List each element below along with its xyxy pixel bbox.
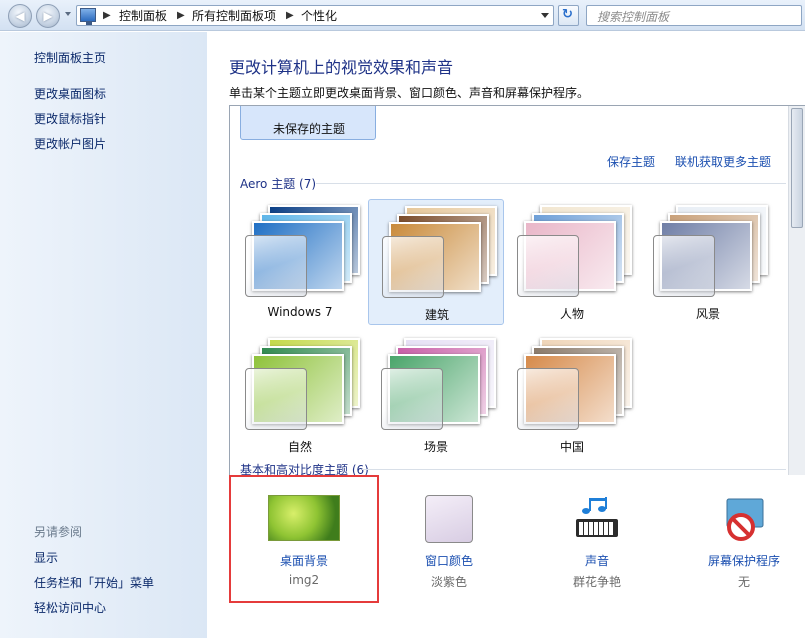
history-dropdown-icon[interactable] xyxy=(65,12,71,16)
chevron-right-icon[interactable]: ▶ xyxy=(286,7,294,25)
window-glass-swatch xyxy=(245,235,307,297)
theme-preview-stack xyxy=(378,338,496,432)
theme-preview-stack xyxy=(650,205,768,299)
theme-preview-stack xyxy=(242,205,360,299)
address-field[interactable]: ▶ 控制面板 ▶ 所有控制面板项 ▶ 个性化 xyxy=(76,5,554,26)
window-color-button[interactable]: 窗口颜色 淡紫色 xyxy=(374,475,524,606)
refresh-button[interactable]: ↻ xyxy=(558,5,579,26)
theme-tile[interactable]: 自然 xyxy=(232,332,368,458)
theme-list[interactable]: 未保存的主题 保存主题 联机获取更多主题 Aero 主题 (7) Windows… xyxy=(229,105,805,507)
window-color-value: 淡紫色 xyxy=(430,575,467,589)
theme-tile[interactable]: 建筑 xyxy=(368,199,504,325)
left-nav-pane: 控制面板主页 更改桌面图标 更改鼠标指针 更改帐户图片 另请参阅 显示 任务栏和… xyxy=(0,32,207,638)
chevron-right-icon[interactable]: ▶ xyxy=(103,7,111,25)
theme-name: Windows 7 xyxy=(267,305,333,319)
search-input[interactable]: 搜索控制面板 xyxy=(586,5,802,26)
back-button[interactable]: ◀ xyxy=(8,4,32,28)
see-also-ease-of-access[interactable]: 轻松访问中心 xyxy=(34,599,106,616)
window-color-label: 窗口颜色 xyxy=(424,554,473,568)
scrollbar-thumb[interactable] xyxy=(791,108,803,228)
window-glass-swatch xyxy=(517,368,579,430)
theme-tile[interactable]: 场景 xyxy=(368,332,504,458)
theme-tile[interactable]: 人物 xyxy=(504,199,640,325)
breadcrumb-control-panel[interactable]: 控制面板 xyxy=(119,7,167,25)
unsaved-theme-label: 未保存的主题 xyxy=(273,122,346,136)
theme-tile[interactable]: 风景 xyxy=(640,199,776,325)
search-placeholder: 搜索控制面板 xyxy=(597,10,670,24)
page-title: 更改计算机上的视觉效果和声音 xyxy=(229,58,454,77)
theme-settings-strip: 桌面背景 img2 窗口颜色 淡紫色 声音 群花争艳 屏幕保护程序 无 xyxy=(207,475,805,606)
group-divider xyxy=(362,469,786,470)
see-also-heading: 另请参阅 xyxy=(34,525,83,539)
theme-preview-stack xyxy=(379,206,497,300)
forward-button[interactable]: ▶ xyxy=(36,4,60,28)
theme-preview-stack xyxy=(514,338,632,432)
window-color-icon xyxy=(425,495,473,543)
sidebar-item-change-desktop-icons[interactable]: 更改桌面图标 xyxy=(34,85,106,102)
get-more-themes-link[interactable]: 联机获取更多主题 xyxy=(675,153,771,170)
sound-icon xyxy=(576,497,618,537)
sound-button[interactable]: 声音 群花争艳 xyxy=(522,475,672,606)
breadcrumb-personalization[interactable]: 个性化 xyxy=(301,7,337,25)
see-also-display[interactable]: 显示 xyxy=(34,549,58,566)
theme-tile[interactable]: 中国 xyxy=(504,332,640,458)
theme-list-scrollbar[interactable] xyxy=(788,106,805,506)
theme-preview-stack xyxy=(514,205,632,299)
window-glass-swatch xyxy=(382,236,444,298)
highlight-box xyxy=(229,475,379,603)
breadcrumb-all-items[interactable]: 所有控制面板项 xyxy=(192,7,276,25)
sidebar-item-change-mouse-pointers[interactable]: 更改鼠标指针 xyxy=(34,110,106,127)
sidebar-item-change-account-picture[interactable]: 更改帐户图片 xyxy=(34,135,106,152)
theme-tile[interactable]: Windows 7 xyxy=(232,199,368,325)
group-divider xyxy=(316,183,786,184)
window-glass-swatch xyxy=(653,235,715,297)
screensaver-button[interactable]: 屏幕保护程序 无 xyxy=(669,475,805,606)
unsaved-theme-tile[interactable]: 未保存的主题 xyxy=(240,106,376,140)
control-panel-icon xyxy=(80,8,96,25)
theme-name: 建筑 xyxy=(424,308,449,322)
screensaver-value: 无 xyxy=(737,575,750,589)
address-bar-region: ◀ ▶ ▶ 控制面板 ▶ 所有控制面板项 ▶ 个性化 ↻ 搜索控制面板 xyxy=(0,0,805,31)
screensaver-icon xyxy=(726,498,764,541)
sound-value: 群花争艳 xyxy=(572,575,621,589)
theme-preview-stack xyxy=(242,338,360,432)
page-description: 单击某个主题立即更改桌面背景、窗口颜色、声音和屏幕保护程序。 xyxy=(229,86,590,100)
sound-label: 声音 xyxy=(584,554,609,568)
window-glass-swatch xyxy=(517,235,579,297)
back-arrow-icon: ◀ xyxy=(15,9,25,23)
theme-name: 自然 xyxy=(287,440,312,454)
screensaver-label: 屏幕保护程序 xyxy=(707,554,780,568)
see-also-taskbar-start-menu[interactable]: 任务栏和「开始」菜单 xyxy=(34,574,154,591)
address-dropdown-icon[interactable] xyxy=(541,13,549,18)
theme-name: 场景 xyxy=(423,440,448,454)
window-glass-swatch xyxy=(245,368,307,430)
refresh-icon: ↻ xyxy=(562,7,573,22)
chevron-right-icon[interactable]: ▶ xyxy=(177,7,185,25)
theme-name: 风景 xyxy=(695,307,720,321)
aero-themes-header: Aero 主题 (7) xyxy=(240,177,317,191)
theme-name: 中国 xyxy=(559,440,584,454)
theme-name: 人物 xyxy=(559,307,584,321)
sidebar-item-control-panel-home[interactable]: 控制面板主页 xyxy=(34,49,106,66)
save-theme-link[interactable]: 保存主题 xyxy=(607,153,655,170)
forward-arrow-icon: ▶ xyxy=(43,9,53,23)
window-glass-swatch xyxy=(381,368,443,430)
